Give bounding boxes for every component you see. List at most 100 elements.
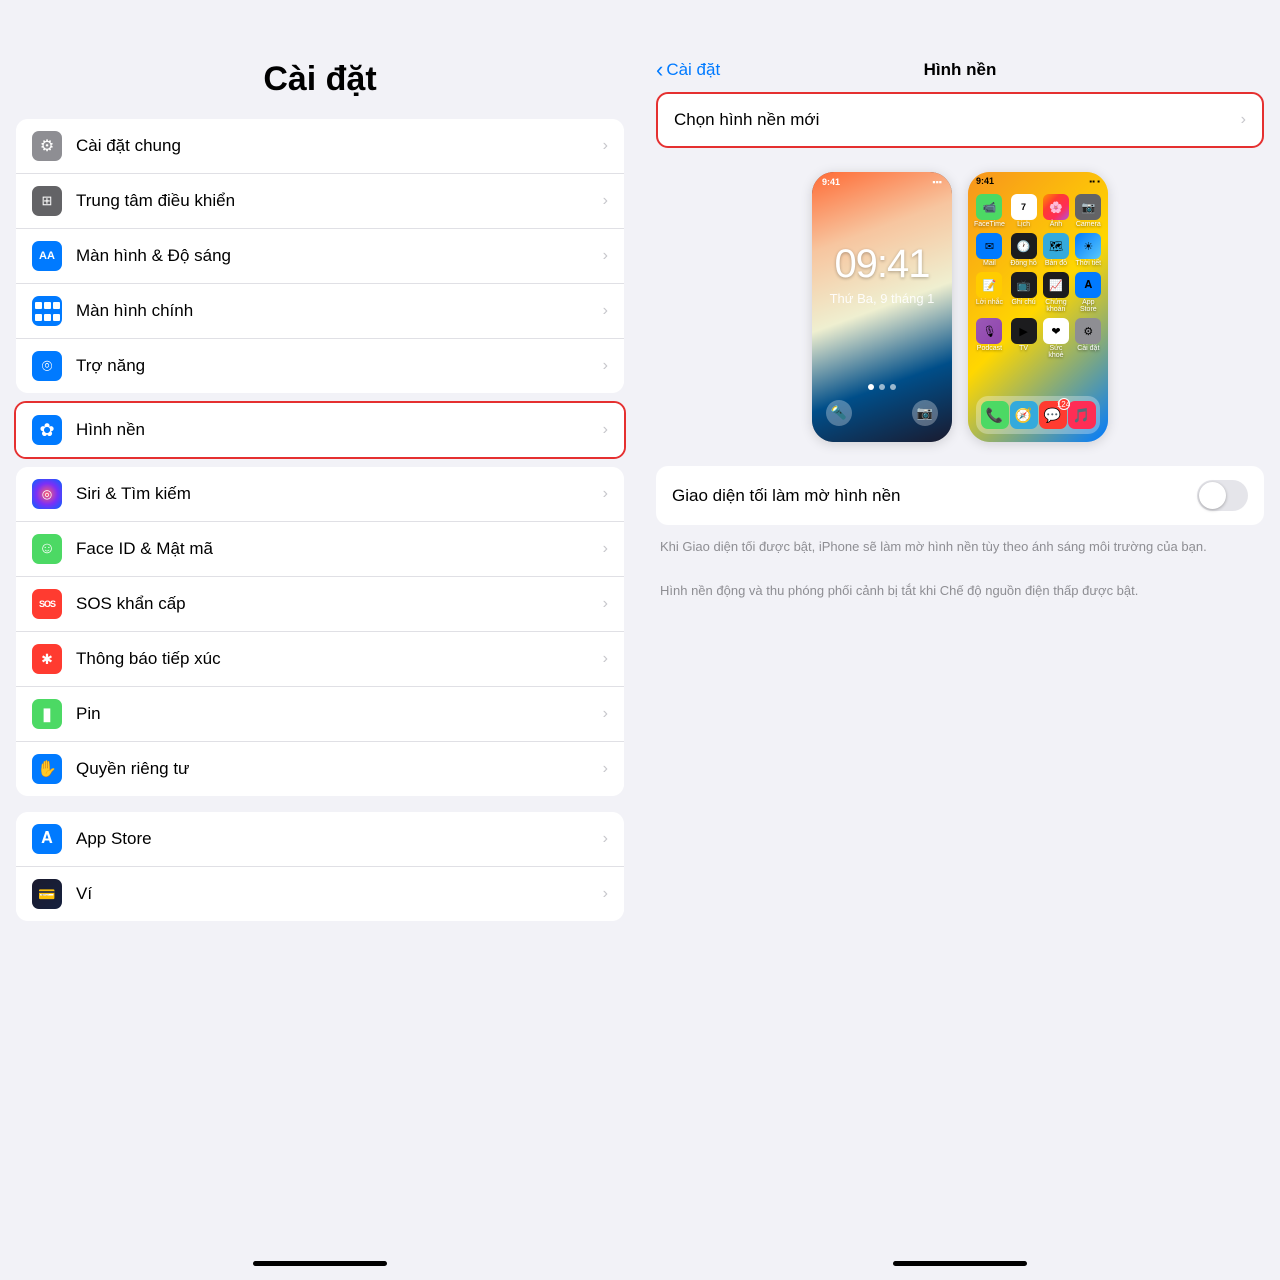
control-center-icon: ⊞: [32, 186, 62, 216]
home-bar-right: [893, 1261, 1027, 1266]
settings-item-wallet[interactable]: 💳 Ví ›: [16, 867, 624, 921]
dots-indicator: [868, 384, 896, 390]
chevron-icon: ›: [603, 302, 608, 320]
item-label-wallet: Ví: [76, 884, 595, 904]
app-camera-icon: 📷: [1075, 194, 1101, 220]
settings-group-wallpaper: ✿ Hình nền ›: [14, 401, 626, 459]
right-content: Chọn hình nền mới › 9:41 ▪▪▪ 09:41 Thứ B…: [640, 92, 1280, 616]
home-bar-left: [253, 1261, 387, 1266]
settings-item-sos[interactable]: SOS SOS khẩn cấp ›: [16, 577, 624, 632]
app-stocks-icon: 📈: [1043, 272, 1069, 298]
settings-item-faceid[interactable]: ☺ Face ID & Mật mã ›: [16, 522, 624, 577]
settings-item-contact[interactable]: ✱ Thông báo tiếp xúc ›: [16, 632, 624, 687]
settings-item-general[interactable]: ⚙ Cài đặt chung ›: [16, 119, 624, 174]
display-icon: AA: [32, 241, 62, 271]
app-tv-label: Ghi chú: [1011, 299, 1035, 306]
home-status-bar: 9:41 ▪▪ ▪: [968, 172, 1108, 190]
settings-item-battery[interactable]: ▮ Pin ›: [16, 687, 624, 742]
chevron-icon: ›: [603, 650, 608, 668]
chevron-icon: ›: [603, 705, 608, 723]
settings-item-home-screen[interactable]: Màn hình chính ›: [16, 284, 624, 339]
app-settings-icon: ⚙: [1075, 318, 1101, 344]
app-settings-label: Cài đặt: [1077, 345, 1099, 352]
dock-music-icon: 🎵: [1068, 401, 1096, 429]
dock-phone-icon: 📞: [981, 401, 1009, 429]
choose-wallpaper-chevron-icon: ›: [1241, 111, 1246, 129]
description-text-1: Khi Giao diện tối được bật, iPhone sẽ là…: [656, 537, 1264, 557]
app-clock-label: Đồng hồ: [1010, 260, 1036, 267]
description-text-2: Hình nền động và thu phóng phối cảnh bị …: [656, 581, 1264, 601]
contact-tracing-icon: ✱: [32, 644, 62, 674]
app-podcasts-label: Podcast: [977, 345, 1002, 352]
toggle-thumb: [1199, 482, 1226, 509]
chevron-icon: ›: [603, 485, 608, 503]
home-indicator-left: [0, 1246, 640, 1280]
item-label-siri: Siri & Tìm kiếm: [76, 484, 595, 504]
settings-item-display[interactable]: AA Màn hình & Độ sáng ›: [16, 229, 624, 284]
app-cell-appletv: ▶ TV: [1010, 318, 1037, 359]
app-camera-label: Camera: [1076, 221, 1101, 228]
app-calendar-icon: 7: [1011, 194, 1037, 220]
app-mail-icon: ✉: [976, 233, 1002, 259]
app-podcasts-icon: 🎙: [976, 318, 1002, 344]
app-health-label: Sức khoẻ: [1042, 345, 1069, 359]
choose-wallpaper-label: Chọn hình nền mới: [674, 110, 819, 130]
home-signal-icons: ▪▪ ▪: [1089, 177, 1100, 186]
settings-item-appstore[interactable]: 𝐀 App Store ›: [16, 812, 624, 867]
divider: [656, 573, 1264, 581]
app-cell-tv: 📺 Ghi chú: [1010, 272, 1037, 313]
app-appstore-icon: 𝐀: [1075, 272, 1101, 298]
back-button[interactable]: ‹ Cài đặt: [656, 57, 720, 83]
app-cell-stocks: 📈 Chứng khoán: [1042, 272, 1069, 313]
lock-screen: 9:41 ▪▪▪ 09:41 Thứ Ba, 9 tháng 1 🔦 📷: [812, 172, 952, 442]
app-cell-settings-home: ⚙ Cài đặt: [1075, 318, 1102, 359]
back-chevron-icon: ‹: [656, 57, 663, 83]
choose-wallpaper-button[interactable]: Chọn hình nền mới ›: [656, 92, 1264, 148]
app-cell-podcasts: 🎙 Podcast: [974, 318, 1005, 359]
wallpaper-preview: 9:41 ▪▪▪ 09:41 Thứ Ba, 9 tháng 1 🔦 📷: [656, 172, 1264, 442]
app-tv-icon: 📺: [1011, 272, 1037, 298]
item-label-general: Cài đặt chung: [76, 136, 595, 156]
toggle-label: Giao diện tối làm mờ hình nền: [672, 486, 1197, 506]
app-notes-icon: 📝: [976, 272, 1002, 298]
chevron-icon: ›: [603, 137, 608, 155]
wallpaper-icon: ✿: [32, 415, 62, 445]
settings-group-2: ◎ Siri & Tìm kiếm › ☺ Face ID & Mật mã ›…: [16, 467, 624, 796]
home-indicator-right: [640, 1246, 1280, 1280]
app-photos-label: Ảnh: [1050, 221, 1062, 228]
home-screen: 9:41 ▪▪ ▪ 📹 FaceTime 7 Lịch: [968, 172, 1108, 442]
item-label-accessibility: Trợ năng: [76, 356, 595, 376]
lock-time-display: 09:41: [834, 242, 929, 287]
app-weather-label: Thời tiết: [1076, 260, 1102, 267]
app-cell-calendar: 7 Lịch: [1010, 194, 1037, 228]
app-maps-icon: 🗺: [1043, 233, 1069, 259]
app-clock-icon: 🕐: [1011, 233, 1037, 259]
app-maps-label: Bản đồ: [1045, 260, 1067, 267]
settings-item-privacy[interactable]: ✋ Quyền riêng tư ›: [16, 742, 624, 796]
appstore-icon: 𝐀: [32, 824, 62, 854]
app-cell-mail: ✉ Mail: [974, 233, 1005, 267]
app-facetime-icon: 📹: [976, 194, 1002, 220]
lock-time-status: 9:41: [822, 177, 840, 187]
item-label-appstore: App Store: [76, 829, 595, 849]
dock-messages-icon: 💬 124: [1039, 401, 1067, 429]
home-dock: 📞 🧭 💬 124 🎵: [976, 396, 1100, 434]
chevron-icon: ›: [603, 760, 608, 778]
item-label-privacy: Quyền riêng tư: [76, 759, 595, 779]
item-label-contact: Thông báo tiếp xúc: [76, 649, 595, 669]
lock-signal: ▪▪▪: [932, 177, 942, 187]
siri-icon: ◎: [32, 479, 62, 509]
item-label-display: Màn hình & Độ sáng: [76, 246, 595, 266]
settings-item-accessibility[interactable]: ⌾ Trợ năng ›: [16, 339, 624, 393]
left-title: Cài đặt: [20, 60, 620, 99]
faceid-icon: ☺: [32, 534, 62, 564]
settings-item-control-center[interactable]: ⊞ Trung tâm điều khiển ›: [16, 174, 624, 229]
dark-mode-toggle[interactable]: [1197, 480, 1248, 511]
app-cell-camera: 📷 Camera: [1075, 194, 1102, 228]
chevron-icon: ›: [603, 885, 608, 903]
chevron-icon: ›: [603, 540, 608, 558]
app-photos-icon: 🌸: [1043, 194, 1069, 220]
app-cell-weather: ☀ Thời tiết: [1075, 233, 1102, 267]
settings-item-siri[interactable]: ◎ Siri & Tìm kiếm ›: [16, 467, 624, 522]
settings-item-wallpaper[interactable]: ✿ Hình nền ›: [16, 403, 624, 457]
